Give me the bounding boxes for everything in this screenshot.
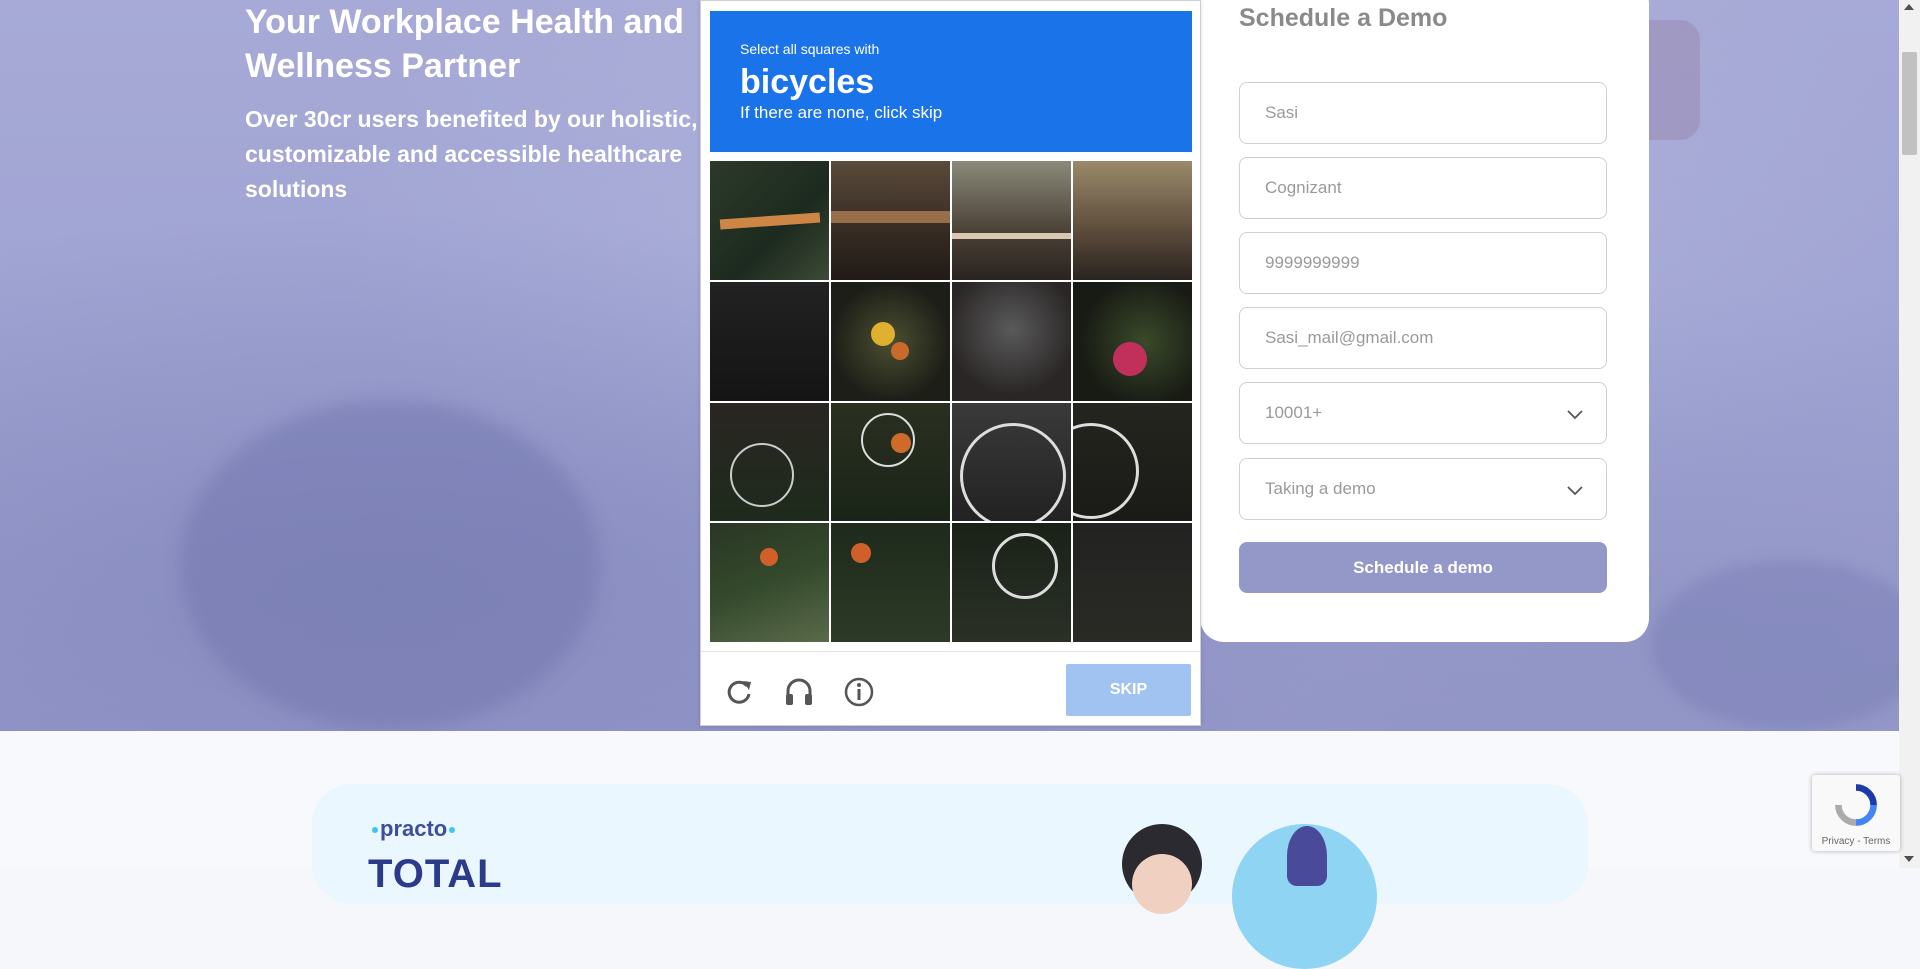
captcha-tile[interactable] bbox=[831, 281, 950, 401]
company-input[interactable]: Cognizant bbox=[1239, 157, 1607, 219]
lower-section: practo TOTAL bbox=[0, 731, 1899, 969]
schedule-demo-button[interactable]: Schedule a demo bbox=[1239, 542, 1607, 593]
phone-value: 9999999999 bbox=[1265, 253, 1360, 272]
scroll-thumb[interactable] bbox=[1902, 52, 1917, 155]
captcha-tile[interactable] bbox=[831, 402, 950, 522]
recaptcha-logo-icon bbox=[1835, 784, 1877, 826]
interest-select[interactable]: Taking a demo bbox=[1239, 458, 1607, 520]
reload-icon[interactable] bbox=[723, 676, 755, 708]
recaptcha-badge[interactable]: Privacy - Terms bbox=[1812, 775, 1900, 851]
headphones-icon[interactable] bbox=[783, 676, 815, 708]
captcha-tile[interactable] bbox=[1073, 161, 1192, 280]
employee-count-select[interactable]: 10001+ bbox=[1239, 382, 1607, 444]
captcha-tile[interactable] bbox=[710, 161, 829, 280]
schedule-demo-form: Schedule a Demo Sasi Cognizant 999999999… bbox=[1200, 0, 1649, 642]
captcha-header: Select all squares with bicycles If ther… bbox=[710, 11, 1192, 152]
captcha-keyword: bicycles bbox=[740, 63, 875, 101]
name-input[interactable]: Sasi bbox=[1239, 82, 1607, 144]
info-icon[interactable] bbox=[843, 676, 875, 708]
chevron-down-icon bbox=[1567, 410, 1583, 420]
captcha-footer: SKIP bbox=[701, 651, 1200, 726]
name-value: Sasi bbox=[1265, 103, 1299, 122]
captcha-tile[interactable] bbox=[831, 523, 950, 642]
captcha-tile[interactable] bbox=[1073, 281, 1192, 401]
captcha-tile[interactable] bbox=[1073, 523, 1192, 642]
bg-blur-shape bbox=[1650, 560, 1899, 730]
promo-heading: TOTAL bbox=[368, 852, 503, 896]
captcha-hint: If there are none, click skip bbox=[740, 103, 943, 122]
scroll-up-arrow[interactable] bbox=[1904, 4, 1914, 10]
recaptcha-terms[interactable]: Privacy - Terms bbox=[1812, 836, 1900, 847]
scroll-down-arrow[interactable] bbox=[1904, 856, 1914, 862]
captcha-tile[interactable] bbox=[710, 402, 829, 522]
hero-title: Your Workplace Health and Wellness Partn… bbox=[245, 3, 684, 85]
captcha-tile[interactable] bbox=[952, 161, 1071, 280]
promo-illustration bbox=[1132, 854, 1192, 914]
captcha-tile[interactable] bbox=[952, 402, 1071, 522]
email-input[interactable]: Sasi_mail@gmail.com bbox=[1239, 307, 1607, 369]
promo-card: practo TOTAL bbox=[312, 784, 1588, 969]
captcha-tile[interactable] bbox=[952, 281, 1071, 401]
captcha-tile[interactable] bbox=[952, 523, 1071, 642]
company-value: Cognizant bbox=[1265, 178, 1342, 197]
practo-logo: practo bbox=[370, 816, 457, 842]
captcha-tile[interactable] bbox=[831, 161, 950, 280]
captcha-instruction: Select all squares with bbox=[740, 41, 880, 57]
phone-input[interactable]: 9999999999 bbox=[1239, 232, 1607, 294]
bg-blur-shape bbox=[180, 400, 600, 730]
captcha-challenge: Select all squares with bicycles If ther… bbox=[700, 0, 1201, 726]
captcha-tile[interactable] bbox=[1073, 402, 1192, 522]
page-scrollbar[interactable] bbox=[1899, 0, 1920, 868]
skip-button[interactable]: SKIP bbox=[1066, 664, 1191, 716]
interest-value: Taking a demo bbox=[1265, 479, 1376, 498]
captcha-tile[interactable] bbox=[710, 523, 829, 642]
chevron-down-icon bbox=[1567, 486, 1583, 496]
email-value: Sasi_mail@gmail.com bbox=[1265, 328, 1434, 347]
rocket-icon bbox=[1287, 826, 1327, 886]
captcha-image-grid bbox=[710, 161, 1192, 642]
hero-subtitle: Over 30cr users benefited by our holisti… bbox=[245, 106, 698, 202]
captcha-tile[interactable] bbox=[710, 281, 829, 401]
employee-count-value: 10001+ bbox=[1265, 403, 1323, 422]
form-title: Schedule a Demo bbox=[1239, 4, 1448, 32]
